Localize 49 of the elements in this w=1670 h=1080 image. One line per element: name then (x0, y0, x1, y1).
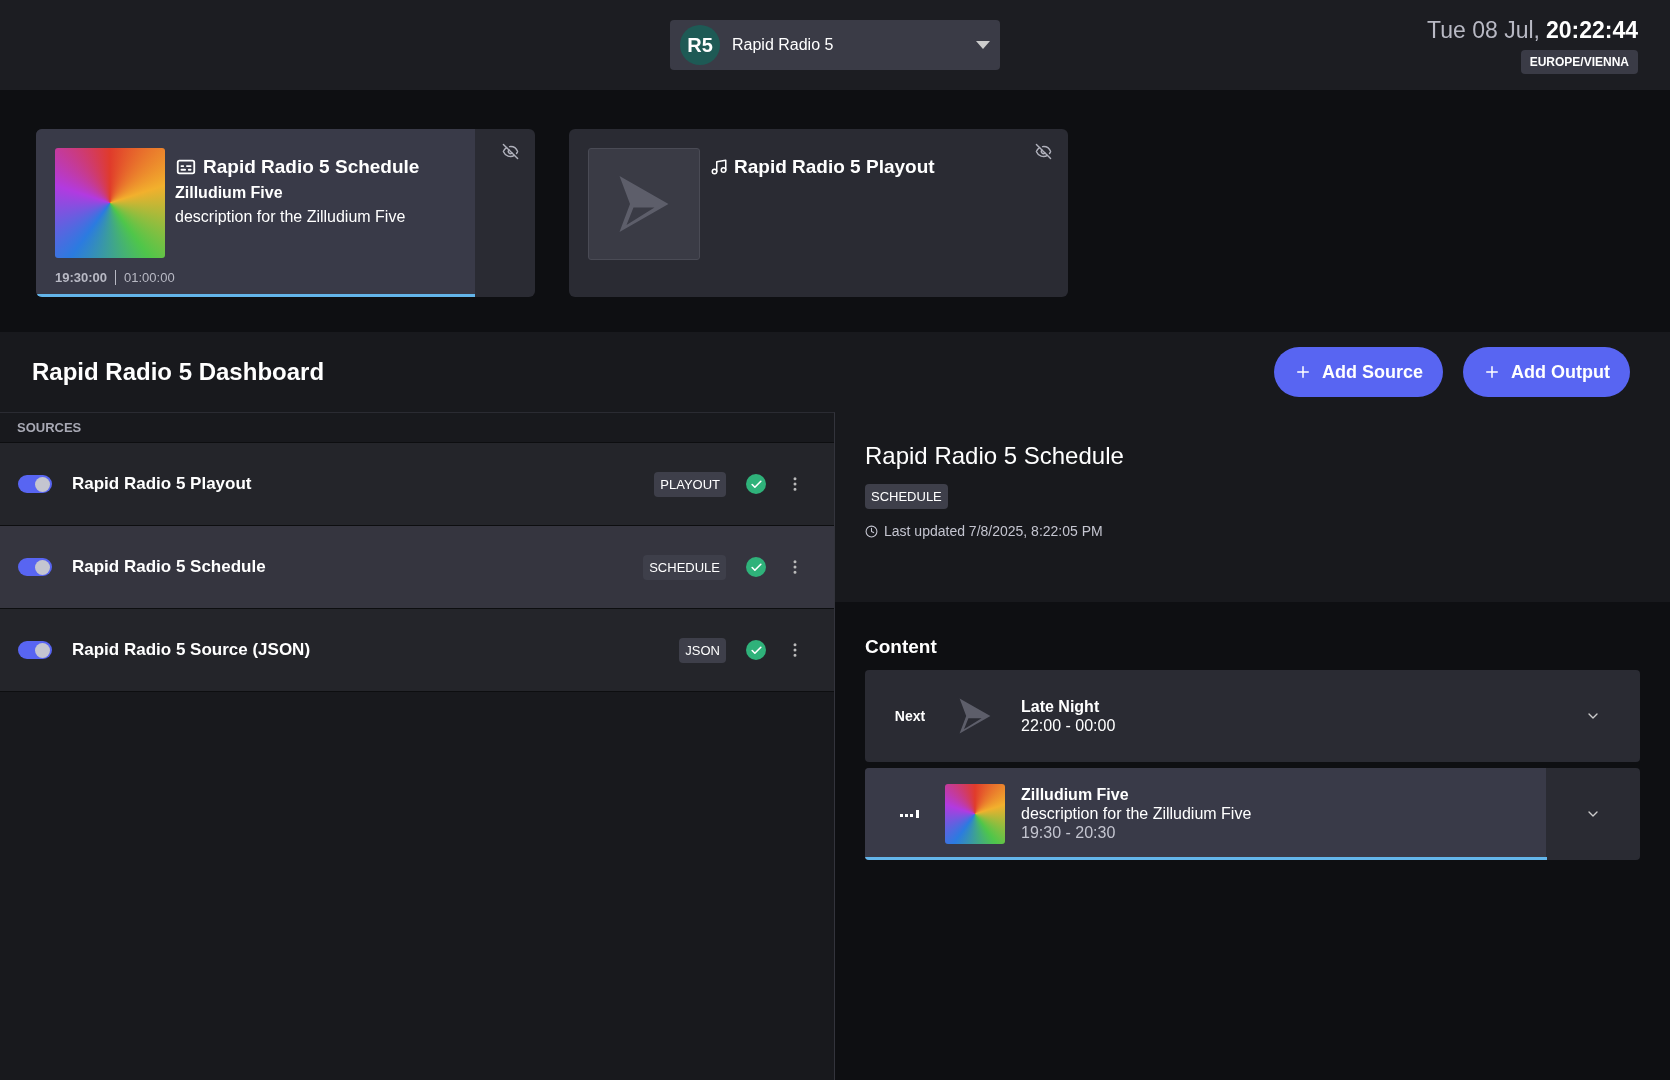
source-row[interactable]: Rapid Radio 5 Schedule SCHEDULE (0, 526, 834, 609)
add-button[interactable]: Add Source (1274, 347, 1444, 397)
check-status-icon (746, 640, 766, 660)
content-item[interactable]: Next Late Night 22:00 - 00:00 (865, 670, 1640, 762)
date-text: Tue 08 Jul, (1427, 16, 1540, 44)
next-label: Next (894, 708, 926, 724)
item-description: description for the Zilludium Five (1021, 805, 1252, 823)
card-description: description for the Zilludium Five (175, 208, 407, 226)
card-subtitle: Zilludium Five (175, 184, 284, 202)
playing-bars-icon (900, 809, 920, 819)
detail-title: Rapid Radio 5 Schedule (865, 442, 1124, 470)
content-heading: Content (865, 636, 938, 658)
source-type-tag: PLAYOUT (654, 471, 726, 497)
station-name: Rapid Radio 5 (732, 36, 835, 54)
hide-icon[interactable] (502, 143, 519, 160)
station-selector[interactable]: R5 Rapid Radio 5 (670, 20, 1000, 70)
content-item[interactable]: Zilludium Five description for the Zilludium Five 19:30 - 20:30 (865, 768, 1640, 860)
item-title: Zilludium Five (1021, 786, 1130, 804)
source-type-tag: SCHEDULE (643, 554, 726, 580)
card-title: Rapid Radio 5 Schedule (203, 156, 420, 178)
music-note-icon (710, 158, 728, 176)
check-status-icon (746, 474, 766, 494)
source-row[interactable]: Rapid Radio 5 Source (JSON) JSON (0, 609, 834, 692)
source-row[interactable]: Rapid Radio 5 Playout PLAYOUT (0, 443, 834, 526)
hide-icon[interactable] (1035, 143, 1052, 160)
toggle-switch[interactable] (18, 475, 52, 493)
last-updated-text: Last updated 7/8/2025, 8:22:05 PM (884, 523, 1103, 539)
card-title: Rapid Radio 5 Playout (734, 156, 935, 178)
check-status-icon (746, 557, 766, 577)
item-title: Late Night (1021, 697, 1101, 716)
add-button[interactable]: Add Output (1463, 347, 1630, 397)
source-name: Rapid Radio 5 Playout (72, 474, 253, 494)
item-time: 19:30 - 20:30 (1021, 824, 1117, 842)
source-type-tag: JSON (679, 637, 726, 663)
plus-icon (1294, 363, 1312, 381)
timezone-badge: EUROPE/VIENNA (1520, 49, 1638, 74)
toggle-switch[interactable] (18, 558, 52, 576)
item-time: 22:00 - 00:00 (1021, 716, 1116, 735)
clock-time: 20:22:44 (1545, 16, 1638, 44)
source-name: Rapid Radio 5 Source (JSON) (72, 640, 312, 660)
start-time: 19:30:00 (55, 270, 108, 285)
source-name: Rapid Radio 5 Schedule (72, 557, 267, 577)
duration: 01:00:00 (115, 270, 175, 285)
source-type-tag: SCHEDULE (865, 484, 948, 509)
clock-icon (865, 524, 878, 538)
dashboard-title: Rapid Radio 5 Dashboard (32, 358, 326, 386)
dropdown-caret-icon (976, 41, 990, 49)
toggle-switch[interactable] (18, 641, 52, 659)
station-logo: R5 (680, 25, 720, 65)
